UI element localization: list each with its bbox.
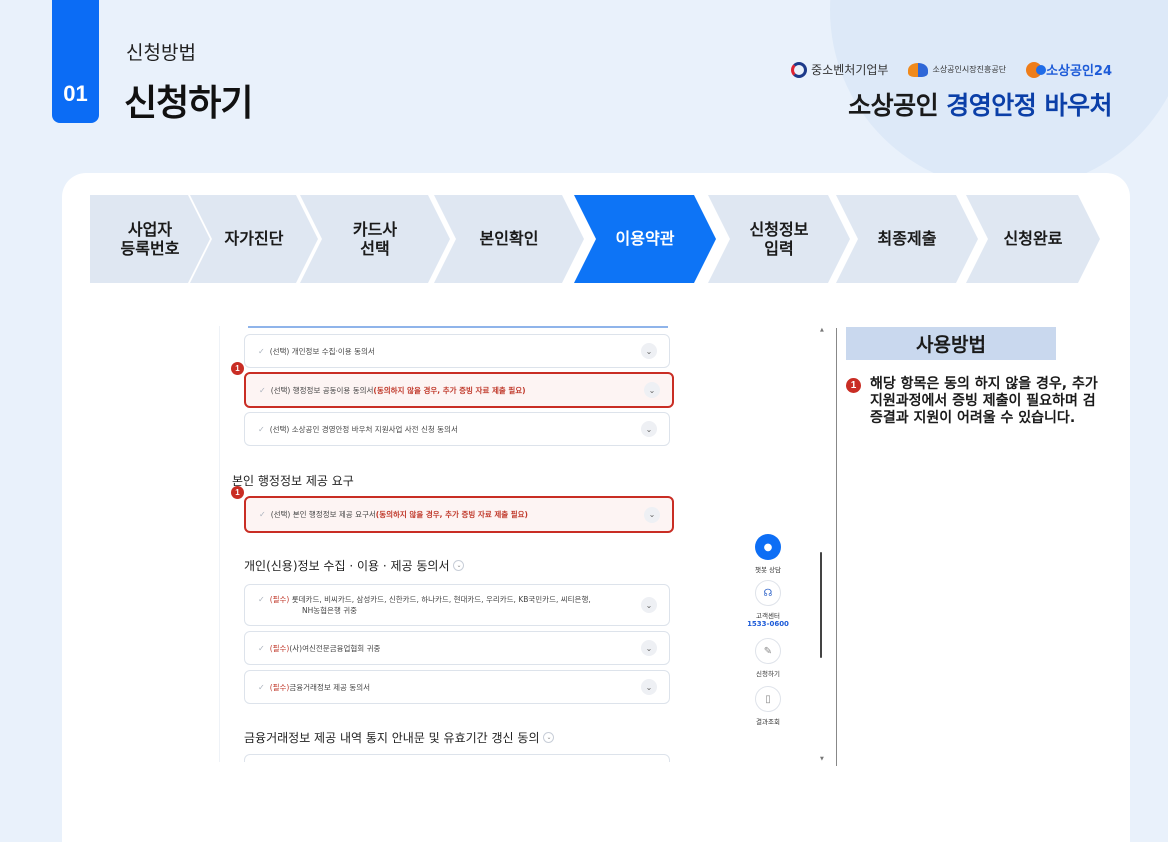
check-icon: ✓ bbox=[258, 424, 265, 434]
terms-row-label: (사)여신전문금융업협회 귀중 bbox=[289, 643, 381, 653]
terms-row-label: (선택) 소상공인 경영안정 바우처 지원사업 사전 신청 동의서 bbox=[269, 424, 458, 434]
step-identity: 본인확인 bbox=[434, 195, 584, 283]
logo-bar: 중소벤처기업부 소상공인시장진흥공단 소상공인24 bbox=[791, 60, 1112, 79]
step-complete: 신청완료 bbox=[966, 195, 1100, 283]
result-label: 결과조회 bbox=[756, 718, 780, 726]
check-icon: ✓ bbox=[258, 346, 265, 356]
step-info-input: 신청정보 입력 bbox=[708, 195, 850, 283]
brand-prefix: 소상공인 bbox=[848, 91, 947, 120]
required-label: (필수) bbox=[269, 643, 290, 653]
chevron-down-icon[interactable]: ⌄ bbox=[641, 679, 657, 695]
chevron-down-icon[interactable]: ⌄ bbox=[644, 382, 660, 398]
semas-emblem-icon bbox=[908, 62, 929, 77]
terms-row-label: (선택) 본인 행정정보 제공 요구서 bbox=[270, 510, 376, 519]
chat-icon: ● bbox=[755, 534, 781, 560]
sbiz24-logo-text: 소상공인24 bbox=[1046, 64, 1112, 79]
terms-row-admin-info[interactable]: ✓ (선택) 행정정보 공동이용 동의서 (동의하지 않을 경우, 추가 증빙 … bbox=[244, 372, 674, 408]
section-number: 01 bbox=[52, 0, 99, 123]
chevron-down-icon[interactable]: ⌄ bbox=[644, 506, 660, 523]
apply-widget[interactable]: ✎ 신청하기 bbox=[740, 638, 796, 678]
check-icon: ✓ bbox=[259, 510, 266, 519]
terms-row-label: (선택) 개인정보 수집·이용 동의서 bbox=[269, 346, 375, 356]
chevron-down-icon[interactable]: ⌄ bbox=[641, 343, 657, 359]
chevron-down-icon[interactable]: ⌄ bbox=[641, 597, 657, 613]
vertical-divider bbox=[836, 328, 837, 766]
scrollbar-thumb[interactable] bbox=[820, 552, 822, 658]
check-icon: ✓ bbox=[258, 682, 265, 692]
mss-logo-text: 중소벤처기업부 bbox=[811, 63, 889, 77]
sbiz24-logo: 소상공인24 bbox=[1026, 60, 1112, 79]
step-terms: 이용약관 bbox=[574, 195, 716, 283]
terms-row-card-companies[interactable]: ✓ (필수) 롯데카드, 비씨카드, 삼성카드, 신한카드, 하나카드, 현대카드… bbox=[244, 584, 670, 626]
terms-row-label: 금융거래정보 제공 동의서 bbox=[289, 682, 371, 692]
callcenter-phone: 1533-0600 bbox=[747, 620, 789, 628]
usage-title: 사용방법 bbox=[846, 327, 1056, 360]
usage-badge: 1 bbox=[846, 378, 861, 393]
terms-row-label: 롯데카드, 비씨카드, 삼성카드, 신한카드, 하나카드, 현대카드, 우리카드… bbox=[289, 595, 591, 604]
document-search-icon: ▯ bbox=[755, 686, 781, 712]
check-icon: ✓ bbox=[258, 643, 265, 653]
mss-emblem-icon bbox=[791, 61, 808, 78]
terms-row-label: (선택) 행정정보 공동이용 동의서 bbox=[270, 385, 374, 395]
semas-logo: 소상공인시장진흥공단 bbox=[908, 62, 1007, 77]
required-label: (필수) bbox=[269, 682, 290, 692]
result-widget[interactable]: ▯ 결과조회 bbox=[740, 686, 796, 726]
terms-warning-text: (동의하지 않을 경우, 추가 증빙 자료 제출 필요) bbox=[375, 510, 528, 519]
chevron-down-icon[interactable]: ⌄ bbox=[543, 732, 555, 743]
callout-badge: 1 bbox=[231, 362, 244, 375]
step-indicator: 사업자 등록번호 자가진단 카드사 선택 본인확인 이용약관 신청정보 입력 최… bbox=[90, 195, 1100, 283]
chevron-down-icon[interactable]: ⌄ bbox=[641, 640, 657, 656]
terms-row-content: ✓ (필수) 롯데카드, 비씨카드, 삼성카드, 신한카드, 하나카드, 현대카드… bbox=[258, 594, 591, 616]
semas-logo-text: 소상공인시장진흥공단 bbox=[932, 65, 1007, 74]
brand-title: 소상공인 경영안정 바우처 bbox=[848, 86, 1112, 122]
top-divider bbox=[248, 326, 668, 328]
terms-row-financial[interactable]: ✓ (필수) 금융거래정보 제공 동의서 ⌄ bbox=[244, 670, 670, 704]
headset-icon: ☊ bbox=[755, 580, 781, 606]
section-heading-text: 금융거래정보 제공 내역 통지 안내문 및 유효기간 갱신 동의 bbox=[244, 731, 540, 745]
section-heading-credit[interactable]: 개인(신용)정보 수집 · 이용 · 제공 동의서 ⌄ bbox=[244, 557, 465, 574]
page-subtitle: 신청방법 bbox=[126, 42, 196, 64]
sbiz24-emblem-icon bbox=[1026, 61, 1047, 78]
section-heading-notice[interactable]: 금융거래정보 제공 내역 통지 안내문 및 유효기간 갱신 동의 ⌄ bbox=[244, 729, 555, 746]
scroll-up-icon[interactable]: ▲ bbox=[820, 327, 824, 333]
terms-row-pre-apply[interactable]: ✓ (선택) 소상공인 경영안정 바우처 지원사업 사전 신청 동의서 ⌄ bbox=[244, 412, 670, 446]
terms-row-credit-assoc[interactable]: ✓ (필수) (사)여신전문금융업협회 귀중 ⌄ bbox=[244, 631, 670, 665]
mss-logo: 중소벤처기업부 bbox=[791, 61, 888, 78]
chatbot-label: 챗봇 상담 bbox=[755, 566, 781, 574]
check-icon: ✓ bbox=[259, 385, 266, 395]
brand-highlight: 경영안정 바우처 bbox=[946, 91, 1112, 120]
callcenter-widget[interactable]: ☊ 고객센터 1533-0600 bbox=[740, 580, 796, 628]
apply-label: 신청하기 bbox=[756, 670, 780, 678]
terms-row-personal-info[interactable]: ✓ (선택) 개인정보 수집·이용 동의서 ⌄ bbox=[244, 334, 670, 368]
step-business-number: 사업자 등록번호 bbox=[90, 195, 210, 283]
chevron-down-icon[interactable]: ⌄ bbox=[641, 421, 657, 437]
check-icon: ✓ bbox=[258, 595, 265, 604]
step-card-select: 카드사 선택 bbox=[300, 195, 450, 283]
callcenter-label: 고객센터 bbox=[756, 612, 780, 620]
terms-row-label-line2: NH농협은행 귀중 bbox=[302, 606, 358, 615]
step-final-submit: 최종제출 bbox=[836, 195, 978, 283]
required-label: (필수) bbox=[269, 595, 290, 604]
edit-icon: ✎ bbox=[755, 638, 781, 664]
chatbot-widget[interactable]: ● 챗봇 상담 bbox=[740, 534, 796, 574]
terms-row-partial[interactable] bbox=[244, 754, 670, 762]
scroll-down-icon[interactable]: ▼ bbox=[820, 756, 824, 762]
usage-description: 해당 항목은 동의 하지 않을 경우, 추가 지원과정에서 증빙 제출이 필요하… bbox=[870, 376, 1098, 426]
terms-screenshot: ✓ (선택) 개인정보 수집·이용 동의서 ⌄ 1 ✓ (선택) 행정정보 공동… bbox=[219, 326, 695, 762]
terms-warning-text: (동의하지 않을 경우, 추가 증빙 자료 제출 필요) bbox=[373, 385, 526, 395]
section-heading-text: 개인(신용)정보 수집 · 이용 · 제공 동의서 bbox=[244, 559, 450, 573]
page-title: 신청하기 bbox=[124, 83, 253, 124]
callout-badge: 1 bbox=[231, 486, 244, 499]
section-heading-admin: 본인 행정정보 제공 요구 bbox=[232, 474, 354, 488]
terms-row-admin-request[interactable]: ✓ (선택) 본인 행정정보 제공 요구서 (동의하지 않을 경우, 추가 증빙… bbox=[244, 496, 674, 533]
chevron-down-icon[interactable]: ⌄ bbox=[453, 560, 465, 571]
